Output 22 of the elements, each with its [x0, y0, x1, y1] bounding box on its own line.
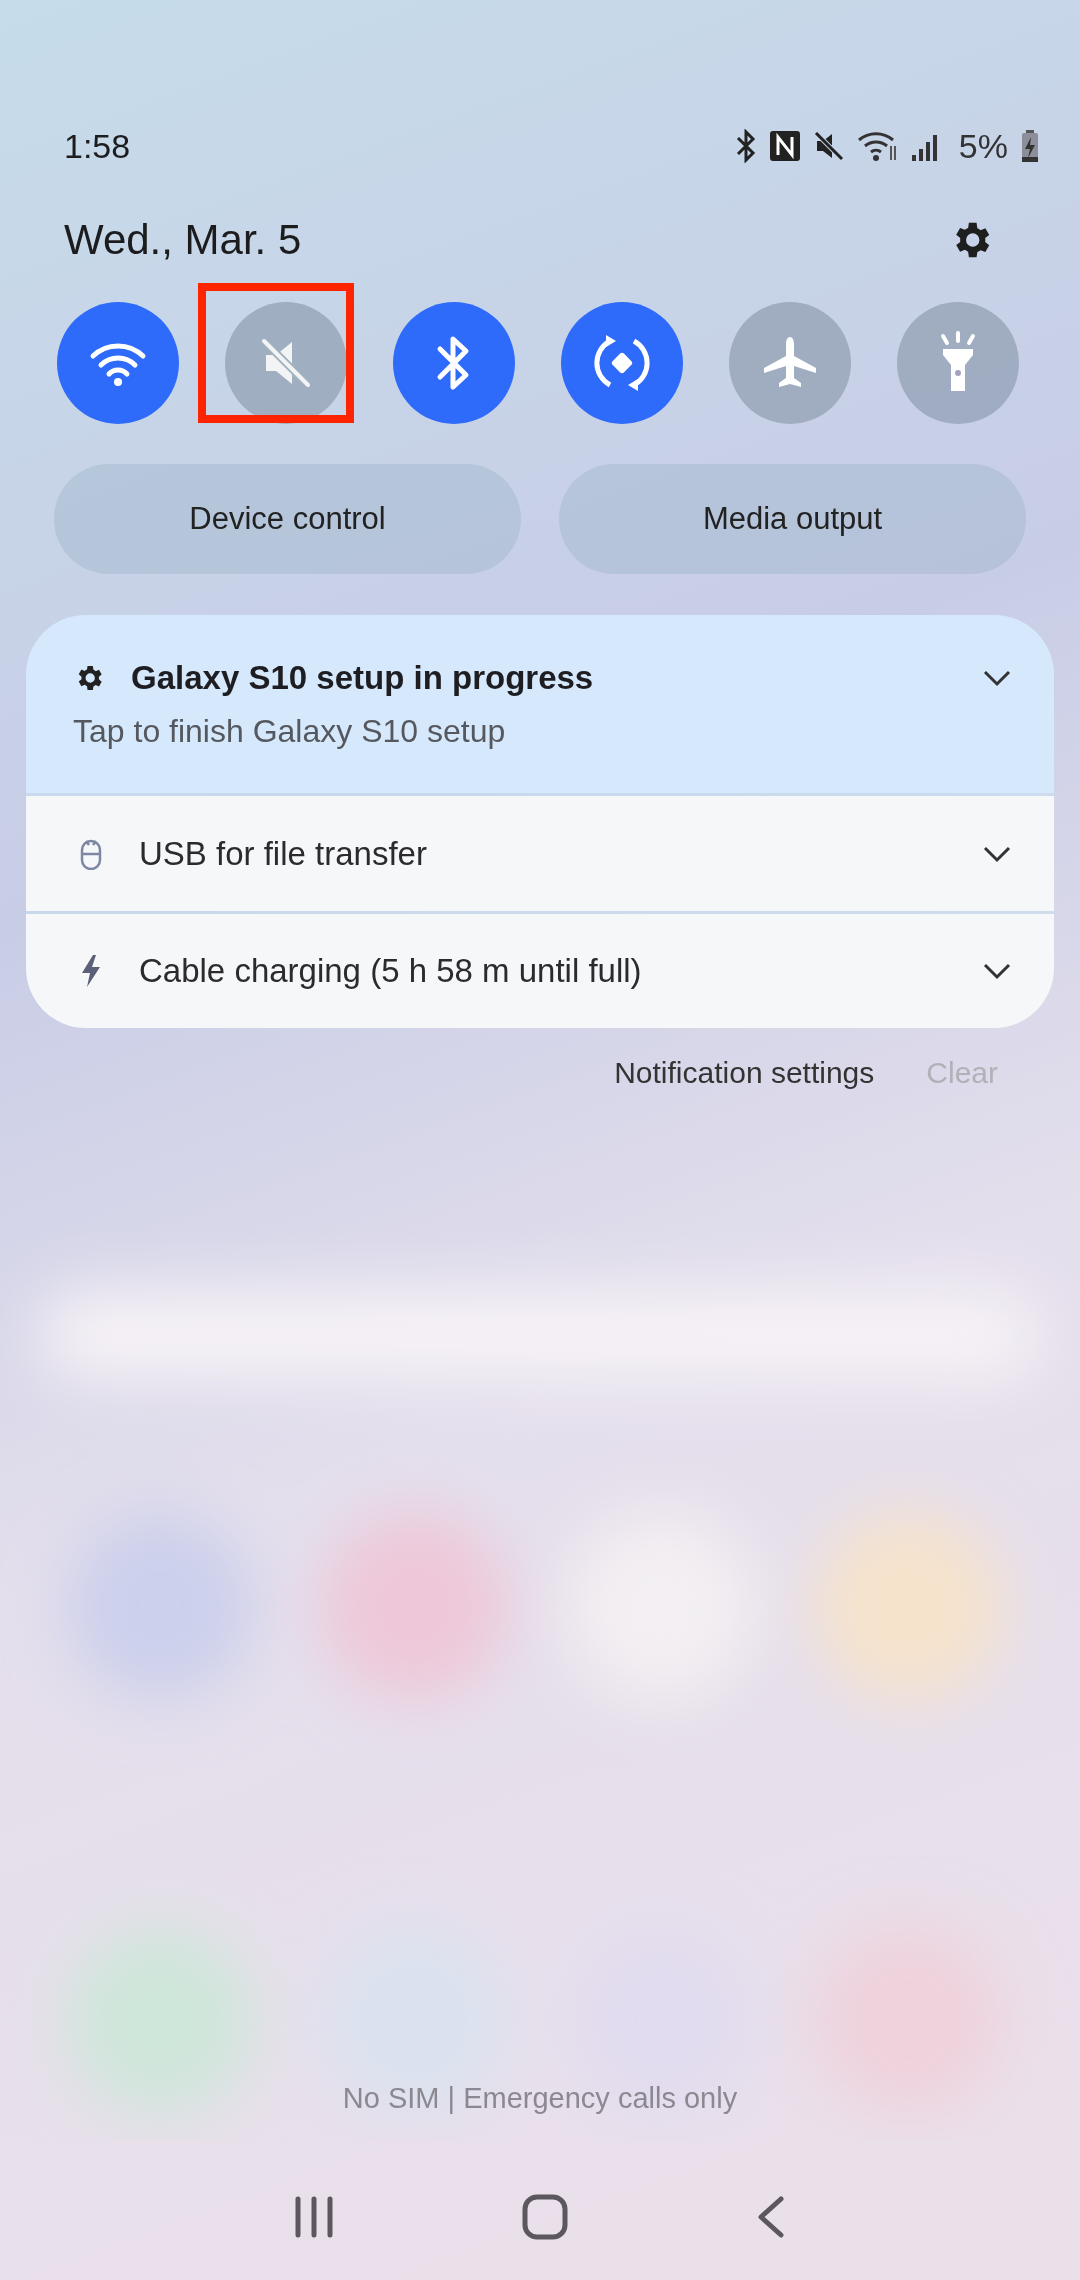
bluetooth-icon [734, 129, 757, 163]
recent-apps-icon[interactable] [294, 2195, 334, 2239]
pill-button[interactable]: Device control [54, 464, 521, 574]
notification-title[interactable]: Galaxy S10 setup in progress [131, 658, 982, 697]
battery-charging-icon [1020, 129, 1040, 163]
date-text: Wed., Mar. 5 [64, 216, 302, 264]
robot-icon [78, 837, 104, 870]
nfc-icon [768, 130, 801, 162]
battery-percent: 5% [958, 126, 1008, 166]
back-icon[interactable] [756, 2195, 786, 2239]
lightning-icon [79, 954, 103, 988]
notification-text[interactable]: Tap to finish Galaxy S10 setup [26, 712, 1054, 750]
chevron-down-icon[interactable] [982, 668, 1012, 687]
chevron-down-icon[interactable] [982, 962, 1012, 980]
clock-time: 1:58 [64, 126, 132, 166]
home-icon[interactable] [522, 2194, 568, 2240]
notification-settings-link[interactable]: Notification settings [614, 1056, 875, 1090]
mute-icon [812, 130, 845, 162]
pill-button[interactable]: Media output [559, 464, 1026, 574]
wifi-icon [856, 130, 899, 162]
carrier-status-text: No SIM | Emergency calls only [341, 2082, 739, 2115]
chevron-down-icon[interactable] [982, 844, 1012, 863]
